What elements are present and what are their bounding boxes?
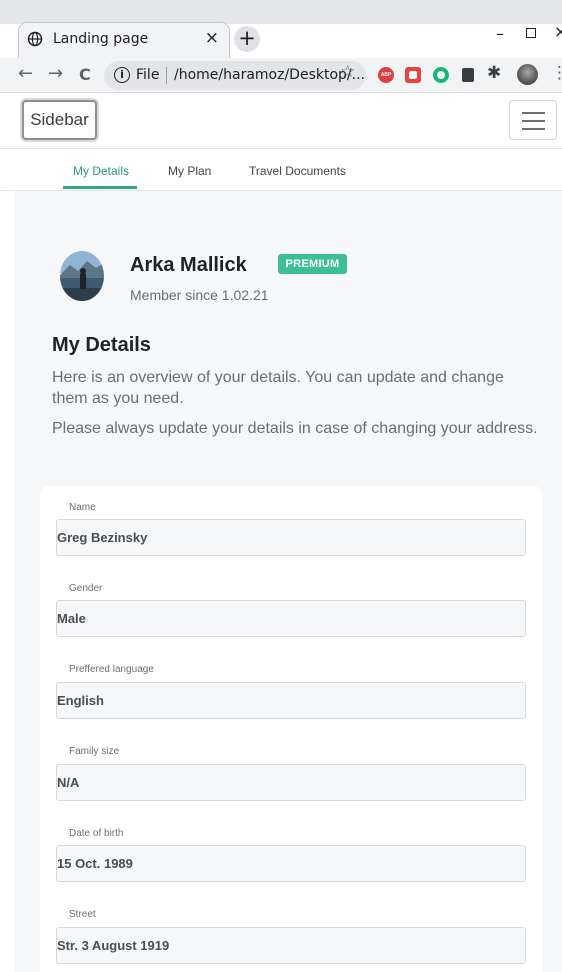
grammarly-icon[interactable]	[433, 67, 449, 83]
page-title: My Details	[52, 334, 151, 356]
puzzle-icon[interactable]: ✱	[487, 63, 501, 83]
window-minimize-button[interactable]: –	[496, 24, 504, 43]
hamburger-line	[522, 128, 545, 130]
forward-arrow-icon[interactable]: →	[48, 63, 63, 84]
back-arrow-icon[interactable]: ←	[18, 63, 33, 84]
member-since: Member since 1.02.21	[130, 287, 269, 303]
address-reminder: Please always update your details in cas…	[52, 420, 538, 437]
details-form-card: Name Gender Preffered language Family si…	[40, 486, 542, 972]
tab-travel-documents[interactable]: Travel Documents	[249, 164, 346, 178]
language-field[interactable]	[56, 682, 526, 719]
avatar	[60, 251, 104, 301]
family-size-field[interactable]	[56, 764, 526, 801]
street-label: Street	[69, 909, 96, 920]
profile-avatar-icon[interactable]	[517, 64, 538, 85]
user-name: Arka Mallick	[130, 254, 247, 276]
url-text[interactable]: /home/haramoz/Desktop/...	[174, 67, 365, 83]
browser-toolbar: ← → C i File /home/haramoz/Desktop/... ☆…	[0, 58, 562, 93]
hamburger-line	[522, 112, 545, 114]
cube-extension-icon[interactable]	[462, 68, 474, 82]
address-bar[interactable]: i File /home/haramoz/Desktop/...	[104, 61, 366, 90]
address-separator	[166, 67, 167, 84]
tab-my-plan[interactable]: My Plan	[168, 164, 211, 178]
page-navbar: Sidebar	[0, 93, 562, 149]
street-field[interactable]	[56, 927, 526, 964]
browser-titlebar	[0, 0, 562, 24]
bookmark-star-icon[interactable]: ☆	[340, 62, 355, 82]
tab-title: Landing page	[53, 31, 149, 47]
name-label: Name	[69, 502, 96, 513]
dob-field[interactable]	[56, 845, 526, 882]
adblock-icon[interactable]: ABP	[378, 67, 394, 83]
globe-icon	[27, 31, 43, 47]
premium-badge: PREMIUM	[278, 254, 347, 274]
gender-label: Gender	[69, 583, 103, 594]
hamburger-menu-button[interactable]	[509, 100, 557, 140]
window-maximize-button[interactable]	[526, 28, 536, 38]
tab-my-details[interactable]: My Details	[73, 164, 129, 178]
avatar-photo	[60, 251, 104, 301]
active-tab-indicator	[63, 186, 137, 189]
new-tab-button[interactable]: +	[234, 26, 260, 52]
section-tabs: My Details My Plan Travel Documents	[0, 150, 562, 191]
dob-label: Date of birth	[69, 828, 124, 839]
browser-tab[interactable]: Landing page ×	[18, 22, 230, 58]
details-description: Here is an overview of your details. You…	[52, 369, 504, 407]
window-close-button[interactable]: ×	[554, 22, 562, 41]
sidebar-button[interactable]: Sidebar	[22, 100, 97, 140]
hamburger-line	[522, 120, 545, 122]
name-field[interactable]	[56, 519, 526, 556]
info-icon[interactable]: i	[114, 67, 130, 83]
language-label: Preffered language	[69, 664, 154, 675]
main-content: Arka Mallick PREMIUM Member since 1.02.2…	[14, 191, 562, 972]
file-label: File	[136, 67, 160, 83]
tab-close-icon[interactable]: ×	[205, 28, 219, 48]
family-size-label: Family size	[69, 746, 120, 757]
reload-icon[interactable]: C	[79, 65, 91, 84]
red-extension-icon[interactable]	[405, 67, 421, 83]
gender-field[interactable]	[56, 600, 526, 637]
browser-menu-icon[interactable]: ⋮	[551, 63, 562, 83]
